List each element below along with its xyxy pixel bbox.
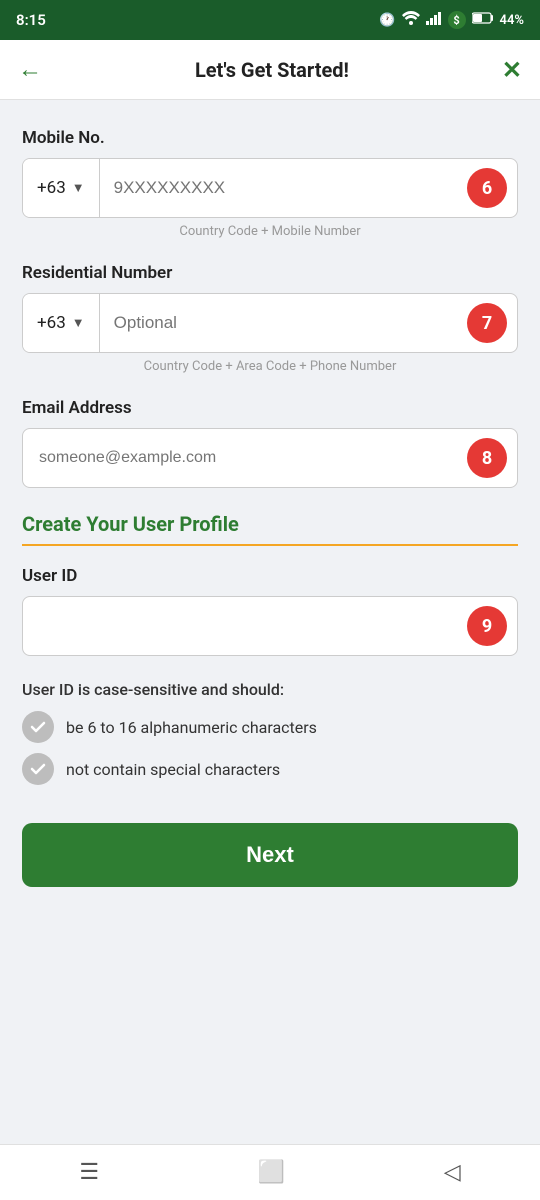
rule-item-2: not contain special characters <box>22 753 518 785</box>
rule-text-1: be 6 to 16 alphanumeric characters <box>66 718 317 737</box>
rule-check-1 <box>22 711 54 743</box>
residential-number-input[interactable] <box>100 294 467 352</box>
userid-label: User ID <box>22 566 518 586</box>
mobile-hint: Country Code + Mobile Number <box>22 224 518 239</box>
mobile-input-row: +63 ▼ 6 <box>22 158 518 218</box>
menu-icon[interactable]: ☰ <box>79 1160 99 1185</box>
email-input-row: 8 <box>22 428 518 488</box>
userid-badge: 9 <box>467 606 507 646</box>
rule-item-1: be 6 to 16 alphanumeric characters <box>22 711 518 743</box>
chevron-down-icon: ▼ <box>72 315 85 331</box>
back-button[interactable]: ← <box>18 55 42 84</box>
profile-heading: Create Your User Profile <box>22 512 518 536</box>
mobile-badge: 6 <box>467 168 507 208</box>
residential-label: Residential Number <box>22 263 518 283</box>
email-input[interactable] <box>23 429 467 487</box>
battery-percent: 44% <box>500 13 524 28</box>
status-time: 8:15 <box>16 11 46 29</box>
signal-icon <box>426 11 442 29</box>
battery-icon <box>472 12 494 28</box>
chevron-down-icon: ▼ <box>72 180 85 196</box>
residential-section: Residential Number +63 ▼ 7 Country Code … <box>22 263 518 374</box>
section-divider <box>22 544 518 546</box>
home-icon[interactable]: ⬜ <box>258 1160 285 1185</box>
mobile-section: Mobile No. +63 ▼ 6 Country Code + Mobile… <box>22 128 518 239</box>
email-label: Email Address <box>22 398 518 418</box>
email-badge: 8 <box>467 438 507 478</box>
rule-text-2: not contain special characters <box>66 760 280 779</box>
residential-badge: 7 <box>467 303 507 343</box>
validation-note: User ID is case-sensitive and should: <box>22 680 518 699</box>
bottom-nav: ☰ ⬜ ◁ <box>0 1144 540 1200</box>
email-section: Email Address 8 <box>22 398 518 488</box>
userid-input-row: 9 <box>22 596 518 656</box>
userid-input[interactable] <box>23 597 467 655</box>
close-button[interactable]: ✕ <box>502 56 522 84</box>
next-button[interactable]: Next <box>22 823 518 887</box>
validation-section: User ID is case-sensitive and should: be… <box>22 680 518 785</box>
residential-country-code[interactable]: +63 ▼ <box>23 294 100 352</box>
dollar-icon: $ <box>448 11 466 29</box>
page-title: Let's Get Started! <box>195 58 349 82</box>
mobile-label: Mobile No. <box>22 128 518 148</box>
residential-hint: Country Code + Area Code + Phone Number <box>22 359 518 374</box>
userid-section: User ID 9 <box>22 566 518 656</box>
form-content: Mobile No. +63 ▼ 6 Country Code + Mobile… <box>0 100 540 1144</box>
mobile-number-input[interactable] <box>100 159 467 217</box>
residential-input-row: +63 ▼ 7 <box>22 293 518 353</box>
rule-check-2 <box>22 753 54 785</box>
top-nav: ← Let's Get Started! ✕ <box>0 40 540 100</box>
mobile-country-code[interactable]: +63 ▼ <box>23 159 100 217</box>
profile-section-header: Create Your User Profile <box>22 512 518 546</box>
wifi-icon <box>402 11 420 29</box>
alarm-icon: 🕐 <box>379 13 395 28</box>
status-bar: 8:15 🕐 $ 44% <box>0 0 540 40</box>
back-nav-icon[interactable]: ◁ <box>444 1160 461 1185</box>
